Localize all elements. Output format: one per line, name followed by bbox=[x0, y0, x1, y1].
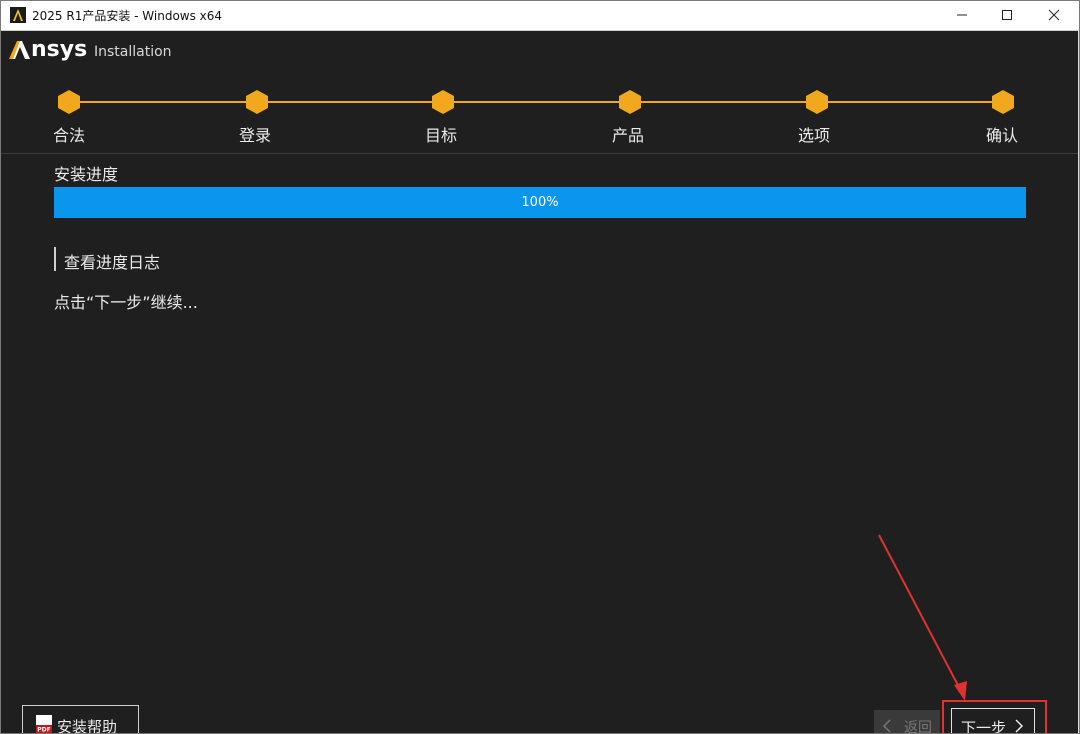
annotation-arrow bbox=[878, 534, 967, 701]
installer-window: 2025 R1产品安装 - Windows x64 nsys Installat… bbox=[0, 0, 1080, 734]
step-label-legal: 合法 bbox=[53, 126, 86, 145]
title-bar: 2025 R1产品安装 - Windows x64 bbox=[1, 1, 1079, 31]
svg-text:PDF: PDF bbox=[37, 727, 50, 734]
minimize-button[interactable] bbox=[939, 1, 985, 30]
back-button[interactable]: 返回 bbox=[874, 710, 940, 734]
install-help-label: 安装帮助 bbox=[57, 718, 118, 734]
stepper-line bbox=[69, 101, 1003, 103]
step-node-confirm bbox=[990, 89, 1016, 115]
log-toggle-bar bbox=[54, 247, 56, 271]
progress-bar: 100% bbox=[54, 187, 1026, 218]
step-label-options: 选项 bbox=[798, 126, 831, 145]
maximize-button[interactable] bbox=[984, 1, 1030, 30]
view-progress-log-link[interactable]: 查看进度日志 bbox=[64, 249, 160, 273]
pdf-icon: PDF bbox=[36, 715, 52, 734]
step-label-confirm: 确认 bbox=[986, 126, 1019, 145]
continue-message: 点击“下一步”继续... bbox=[54, 293, 198, 312]
logo-text: nsys bbox=[31, 37, 88, 62]
install-help-button[interactable]: PDF 安装帮助 bbox=[22, 705, 139, 734]
window-title: 2025 R1产品安装 - Windows x64 bbox=[32, 9, 223, 23]
step-node-login bbox=[244, 89, 270, 115]
ansys-logo-mark-icon bbox=[9, 41, 30, 59]
step-label-products: 产品 bbox=[612, 126, 645, 145]
header-subtitle: Installation bbox=[94, 44, 172, 60]
annotation-highlight-box bbox=[942, 700, 1047, 733]
chevron-left-icon bbox=[882, 719, 891, 733]
step-node-legal bbox=[56, 89, 82, 115]
ansys-logo-icon bbox=[10, 7, 26, 23]
progress-percent: 100% bbox=[521, 195, 559, 210]
step-label-target: 目标 bbox=[425, 126, 458, 145]
window-edge bbox=[1078, 31, 1079, 733]
step-label-login: 登录 bbox=[239, 126, 272, 145]
step-node-target bbox=[430, 89, 456, 115]
step-node-options bbox=[804, 89, 830, 115]
step-node-products bbox=[617, 89, 643, 115]
progress-title: 安装进度 bbox=[54, 165, 119, 184]
close-button[interactable] bbox=[1031, 1, 1077, 30]
divider bbox=[1, 153, 1079, 154]
back-label: 返回 bbox=[904, 720, 932, 734]
